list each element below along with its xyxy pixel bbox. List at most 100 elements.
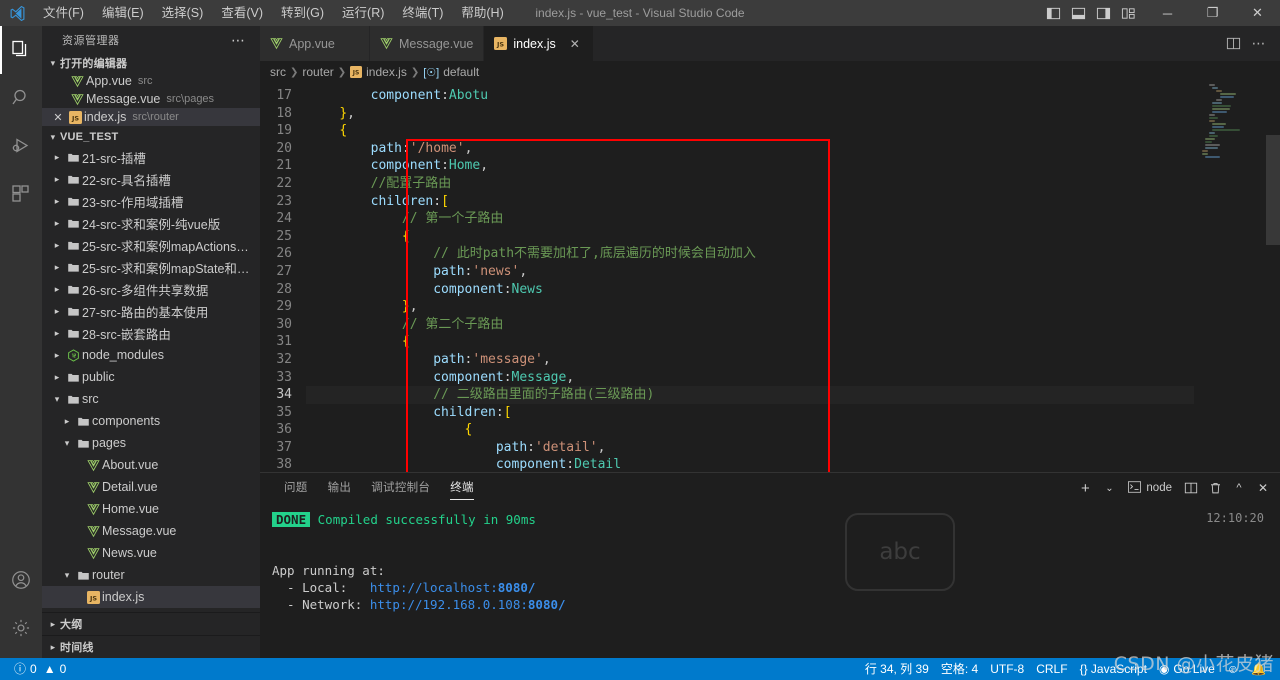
code-line[interactable]: // 第二个子路由 [306, 316, 1194, 334]
chevron-right-icon[interactable]: ▸ [50, 262, 64, 273]
source-code[interactable]: component:Abotu }, { path:'/home', compo… [306, 87, 1194, 472]
section-open-editors[interactable]: ▾ 打开的编辑器 [42, 55, 260, 73]
chevron-down-icon[interactable]: ▾ [60, 570, 74, 581]
split-editor-icon[interactable] [1222, 33, 1244, 55]
tree-item[interactable]: ▸ 24-src-求和案例-纯vue版 [42, 212, 260, 234]
chevron-right-icon[interactable]: ▸ [50, 306, 64, 317]
menu-terminal[interactable]: 终端(T) [393, 0, 452, 26]
more-actions-icon[interactable]: ⋯ [1248, 33, 1270, 55]
tab-index-js[interactable]: JS index.js ✕ [484, 26, 595, 61]
chevron-right-icon[interactable]: ▸ [50, 152, 64, 163]
chevron-right-icon[interactable]: ▸ [50, 196, 64, 207]
tree-item[interactable]: ▾ router [42, 564, 260, 586]
terminal-body[interactable]: DONE Compiled successfully in 90ms App r… [260, 503, 1280, 658]
tree-item[interactable]: Home.vue [42, 498, 260, 520]
open-editor-item[interactable]: Message.vue src\pages [42, 90, 260, 108]
code-content[interactable]: component:Abotu }, { path:'/home', compo… [306, 83, 1194, 472]
section-timeline[interactable]: ▸ 时间线 [42, 635, 260, 658]
toggle-secondary-sidebar-icon[interactable] [1092, 2, 1114, 24]
tree-item[interactable]: JS index.js [42, 586, 260, 609]
chevron-right-icon[interactable]: ▸ [50, 328, 64, 339]
tree-item[interactable]: ▸ 28-src-嵌套路由 [42, 322, 260, 344]
activity-extensions[interactable] [0, 170, 42, 218]
trash-icon[interactable] [1204, 477, 1226, 499]
menu-view[interactable]: 查看(V) [212, 0, 272, 26]
section-project[interactable]: ▾ VUE_TEST [42, 128, 260, 146]
open-editor-item[interactable]: ✕ JS index.js src\router [42, 108, 260, 127]
code-line[interactable]: { [306, 421, 1194, 439]
tree-item[interactable]: ▸ components [42, 410, 260, 432]
status-eol[interactable]: CRLF [1030, 658, 1073, 680]
code-editor[interactable]: 17 18 19 20 21 22 23 24 25 26 27 28 29 30 31 32 33 34 35 36… [260, 83, 1280, 472]
tree-item[interactable]: ▸ 23-src-作用域插槽 [42, 190, 260, 212]
chevron-right-icon[interactable]: ▸ [50, 240, 64, 251]
code-line[interactable]: path:'news', [306, 263, 1194, 281]
tree-item[interactable]: About.vue [42, 454, 260, 476]
tab-close-icon[interactable]: ✕ [570, 37, 580, 51]
tree-item[interactable]: ▸ node_modules [42, 344, 260, 366]
code-line[interactable]: component:Home, [306, 157, 1194, 175]
code-line[interactable]: { [306, 333, 1194, 351]
code-line[interactable]: // 此时path不需要加杠了,底层遍历的时候会自动加入 [306, 245, 1194, 263]
menu-file[interactable]: 文件(F) [34, 0, 93, 26]
terminal-network-url[interactable]: http://192.168.0.108: [370, 597, 528, 612]
status-cursor-position[interactable]: 行 34, 列 39 [859, 658, 935, 680]
terminal-network-port[interactable]: 8080/ [528, 597, 566, 612]
window-minimize-button[interactable]: ─ [1145, 0, 1190, 26]
code-line[interactable]: path:'detail', [306, 439, 1194, 457]
section-outline[interactable]: ▸ 大纲 [42, 612, 260, 635]
activity-explorer[interactable] [0, 26, 42, 74]
code-line[interactable]: children:[ [306, 193, 1194, 211]
tree-item[interactable]: Detail.vue [42, 476, 260, 498]
scrollbar-thumb[interactable] [1266, 135, 1280, 245]
breadcrumb-router[interactable]: router [302, 65, 333, 79]
new-terminal-button[interactable]: + [1074, 477, 1096, 499]
code-line[interactable]: // 第一个子路由 [306, 210, 1194, 228]
code-line[interactable]: path:'message', [306, 351, 1194, 369]
activity-run-debug[interactable] [0, 122, 42, 170]
code-line[interactable]: component:Abotu [306, 87, 1194, 105]
toggle-primary-sidebar-icon[interactable] [1042, 2, 1064, 24]
breadcrumb-index-js[interactable]: JS index.js [350, 65, 407, 79]
tree-item[interactable]: News.vue [42, 542, 260, 564]
editor-scrollbar[interactable] [1266, 83, 1280, 472]
terminal-local-port[interactable]: 8080/ [498, 580, 536, 595]
status-problems[interactable]: ⓘ 0 ▲ 0 [8, 658, 72, 680]
tree-item[interactable]: ▸ public [42, 366, 260, 388]
tree-item[interactable]: Message.vue [42, 520, 260, 542]
panel-tab-debug-console[interactable]: 调试控制台 [361, 473, 440, 503]
code-line[interactable]: }, [306, 298, 1194, 316]
window-close-button[interactable]: ✕ [1235, 0, 1280, 26]
tree-item[interactable]: ▾ src [42, 388, 260, 410]
activity-settings[interactable] [0, 604, 42, 652]
menu-help[interactable]: 帮助(H) [452, 0, 512, 26]
code-line[interactable]: // 二级路由里面的子路由(三级路由) [306, 386, 1194, 404]
menu-edit[interactable]: 编辑(E) [93, 0, 153, 26]
tree-item[interactable]: ▸ 21-src-插槽 [42, 146, 260, 168]
sidebar-more-actions-icon[interactable]: ⋯ [225, 32, 252, 49]
tree-item[interactable]: ▸ 26-src-多组件共享数据 [42, 278, 260, 300]
code-line[interactable]: { [306, 228, 1194, 246]
tree-item[interactable]: ▸ 25-src-求和案例mapActions和Ima... [42, 234, 260, 256]
activity-accounts[interactable] [0, 556, 42, 604]
tree-item[interactable]: ▾ pages [42, 432, 260, 454]
chevron-down-icon[interactable]: ▾ [50, 394, 64, 405]
menu-selection[interactable]: 选择(S) [153, 0, 213, 26]
panel-tab-terminal[interactable]: 终端 [440, 473, 484, 503]
code-line[interactable]: //配置子路由 [306, 175, 1194, 193]
tab-app-vue[interactable]: App.vue [260, 26, 370, 61]
menu-go[interactable]: 转到(G) [272, 0, 333, 26]
chevron-right-icon[interactable]: ▸ [50, 372, 64, 383]
code-line[interactable]: children:[ [306, 404, 1194, 422]
code-line[interactable]: { [306, 122, 1194, 140]
tree-item[interactable]: ▸ 22-src-具名插槽 [42, 168, 260, 190]
window-maximize-button[interactable]: ❐ [1190, 0, 1235, 26]
tree-item[interactable]: ▸ 25-src-求和案例mapState和map... [42, 256, 260, 278]
panel-tab-problems[interactable]: 问题 [274, 473, 318, 503]
code-line[interactable]: component:Message, [306, 369, 1194, 387]
status-go-live[interactable]: ◉ Go Live [1153, 658, 1221, 680]
chevron-right-icon[interactable]: ▸ [50, 174, 64, 185]
chevron-right-icon[interactable]: ▸ [50, 284, 64, 295]
tab-message-vue[interactable]: Message.vue [370, 26, 485, 61]
activity-search[interactable] [0, 74, 42, 122]
